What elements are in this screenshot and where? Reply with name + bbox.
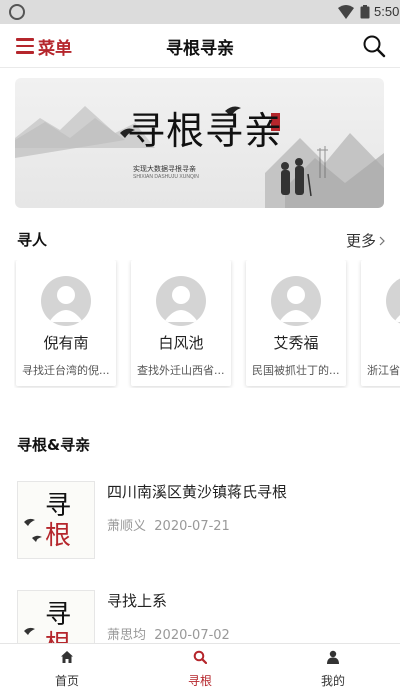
person-card[interactable]: 计 浙江省 [361,260,400,386]
status-time: 5:50 [374,4,400,19]
avatar [41,276,91,326]
person-desc: 民国被抓壮丁的... [252,364,340,377]
avatar [156,276,206,326]
nav-item-search[interactable]: 寻根 [160,648,240,688]
thumb-char: 寻 [45,600,71,630]
home-icon [61,651,73,663]
banner-subtitle-en: SHIXIAN DASHUJU XUNQIN [133,174,199,180]
person-desc: 寻找迁台湾的倪... [22,364,110,377]
nav-label: 寻根 [187,674,212,688]
more-link[interactable]: 更多 [346,230,385,251]
people-list: 倪有南 寻找迁台湾的倪... 白风池 查找外迁山西省... 艾秀福 民国被抓壮丁… [14,260,400,388]
status-bar: 5:50 [0,0,400,24]
article-meta: 萧顺义 2020-07-21 [107,515,230,534]
banner-subtitle: 实现大数据寻根寻亲 [133,165,196,173]
person-card[interactable]: 白风池 查找外迁山西省... [131,260,231,386]
user-icon [327,650,339,664]
person-desc: 浙江省 [367,364,400,377]
article-date: 2020-07-21 [154,519,230,534]
person-name: 倪有南 [43,334,89,352]
person-card[interactable]: 倪有南 寻找迁台湾的倪... [16,260,116,386]
person-desc: 查找外迁山西省... [137,364,225,377]
chevron-right-icon [379,236,385,245]
avatar [386,276,400,326]
wifi-icon [338,5,354,19]
search-icon[interactable] [362,34,386,58]
person-name: 计 [361,332,400,353]
article-author: 萧顺义 [107,519,147,534]
articles-section-title: 寻根&寻亲 [17,436,91,454]
banner-title: 寻根寻亲 [127,109,284,153]
banner[interactable]: 寻根寻亲 实现大数据寻根寻亲 SHIXIAN DASHUJU XUNQIN [15,78,384,208]
article-date: 2020-07-02 [154,628,230,643]
person-name: 艾秀福 [273,334,319,352]
nav-item-home[interactable]: 首页 [27,648,107,688]
bottom-nav: 首页 寻根 我的 [0,643,400,690]
more-label: 更多 [345,232,376,250]
article-meta: 萧思均 2020-07-02 [107,624,230,643]
app-header: 菜单 寻根寻亲 [0,24,400,68]
person-name: 白风池 [158,334,204,352]
nav-item-profile[interactable]: 我的 [293,648,373,688]
article-item[interactable]: 寻 根 四川南溪区黄沙镇蒋氏寻根 萧顺义 2020-07-21 [17,481,387,561]
avatar [271,276,321,326]
nav-label: 首页 [54,674,79,688]
page-title: 寻根寻亲 [166,39,234,59]
people-section-title: 寻人 [17,231,48,249]
person-card[interactable]: 艾秀福 民国被抓壮丁的... [246,260,346,386]
thumb-char: 根 [45,521,71,551]
status-indicator-icon [9,4,25,20]
article-thumbnail: 寻 根 [17,481,95,559]
search-icon [193,650,207,664]
article-author: 萧思均 [107,628,147,643]
nav-label: 我的 [320,674,345,688]
thumb-char: 寻 [45,491,71,521]
battery-icon [360,5,370,19]
article-title: 寻找上系 [107,592,168,610]
article-title: 四川南溪区黄沙镇蒋氏寻根 [107,483,288,501]
